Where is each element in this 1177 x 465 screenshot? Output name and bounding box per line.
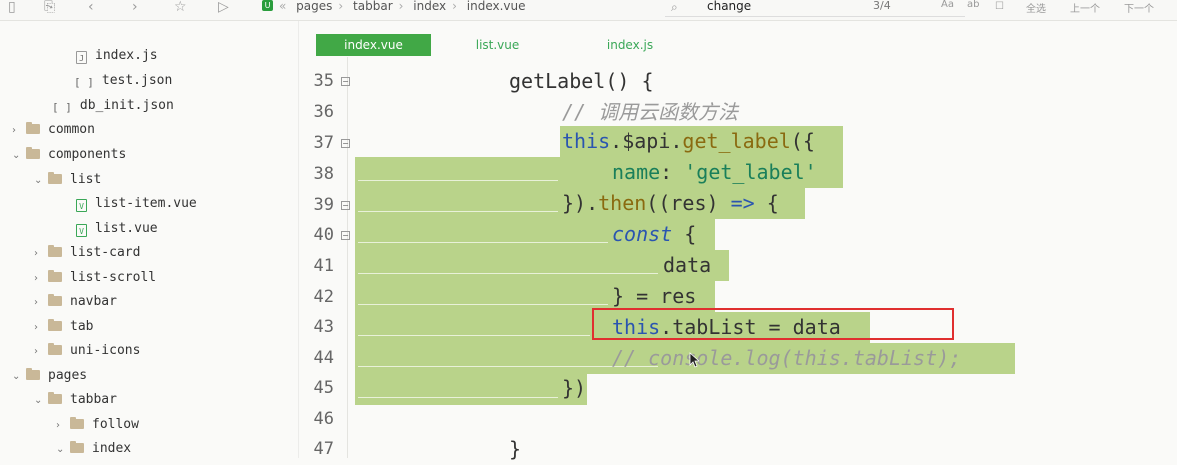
chevron-right-icon[interactable]: ›	[34, 341, 48, 363]
tree-item-label: index.js	[95, 48, 158, 63]
tree-item-label: test.json	[101, 73, 173, 88]
tree-item-label: tabbar	[70, 392, 117, 407]
tree-item-label: list-item.vue	[95, 196, 197, 211]
folder-icon	[48, 294, 62, 306]
breadcrumb-separator: ›	[452, 0, 457, 13]
folder-icon	[48, 245, 62, 257]
folder-icon	[48, 172, 62, 184]
next-match-button[interactable]: 下一个	[1124, 0, 1154, 15]
tree-item-label: navbar	[70, 294, 117, 309]
match-case-button[interactable]: Aa	[941, 0, 954, 10]
chevron-right-icon[interactable]: ›	[34, 268, 48, 290]
tree-item-folder[interactable]: › navbar	[34, 291, 117, 313]
json-file-icon: [ ]	[74, 76, 94, 89]
tree-item-file[interactable]: Jindex.js	[76, 45, 158, 67]
search-icon: ⌕	[671, 0, 678, 14]
folder-icon	[70, 441, 84, 453]
tree-item-label: pages	[48, 368, 88, 383]
tree-item-file[interactable]: Vlist.vue	[76, 218, 158, 240]
folder-icon	[48, 343, 62, 355]
chevron-right-icon[interactable]: ›	[34, 292, 48, 314]
forward-arrow-icon[interactable]: ›	[132, 0, 138, 18]
tree-item-label: tab	[70, 319, 94, 334]
tree-item-label: list	[70, 172, 102, 187]
tree-item-file[interactable]: [ ] db_init.json	[52, 95, 174, 117]
run-icon[interactable]: ▷	[218, 0, 229, 18]
vue-file-icon: V	[76, 199, 87, 212]
tree-item-folder[interactable]: › common	[12, 119, 95, 141]
tab-list-vue[interactable]: list.vue	[450, 34, 545, 56]
breadcrumb-item[interactable]: index.vue	[467, 0, 526, 13]
tree-item-folder[interactable]: › follow	[56, 414, 139, 436]
json-file-icon: [ ]	[52, 101, 72, 114]
tree-item-folder[interactable]: ⌄ index	[56, 438, 131, 460]
tree-item-label: follow	[92, 417, 139, 432]
folder-icon	[48, 270, 62, 282]
tree-item-label: list-card	[70, 245, 141, 260]
js-file-icon: J	[76, 51, 87, 64]
tree-item-file[interactable]: [ ] test.json	[74, 70, 172, 92]
chevron-right-icon[interactable]: ›	[12, 120, 26, 142]
tree-item-folder[interactable]: › uni-icons	[34, 340, 140, 362]
find-bar: ⌕ 3/4 Aa ab	[665, 0, 979, 17]
tree-item-folder[interactable]: › tab	[34, 316, 93, 338]
tree-item-label: common	[48, 122, 95, 137]
tab-index-js[interactable]: index.js	[585, 34, 675, 56]
tree-item-label: uni-icons	[70, 343, 141, 358]
find-input[interactable]	[707, 0, 867, 14]
tree-item-folder[interactable]: ⌄ pages	[12, 365, 87, 387]
tree-item-folder[interactable]: › list-scroll	[34, 267, 156, 289]
tree-item-label: db_init.json	[79, 98, 174, 113]
folder-icon	[26, 122, 40, 134]
tree-item-folder[interactable]: ⌄ components	[12, 144, 126, 166]
tree-item-label: list.vue	[95, 221, 158, 236]
file-icon[interactable]: ▯	[8, 0, 16, 18]
regex-icon[interactable]: ☐	[995, 0, 1004, 18]
folder-icon	[26, 147, 40, 159]
project-icon: U	[262, 0, 273, 11]
chevron-down-icon[interactable]: ⌄	[12, 145, 26, 167]
chevron-down-icon[interactable]: ⌄	[12, 366, 26, 388]
select-all-button[interactable]: 全选	[1026, 0, 1046, 15]
chevron-right-icon[interactable]: ›	[34, 243, 48, 265]
breadcrumb-item[interactable]: index	[413, 0, 446, 13]
breadcrumb-separator: ›	[398, 0, 404, 13]
tab-index-vue[interactable]: index.vue	[316, 34, 431, 56]
tree-item-label: index	[92, 441, 132, 456]
code-editor[interactable]: index.vue list.vue index.js	[300, 21, 1177, 458]
previous-match-button[interactable]: 上一个	[1070, 0, 1100, 15]
tree-item-folder[interactable]: ⌄ list	[34, 169, 101, 191]
project-sidebar: Jindex.js [ ] test.json [ ] db_init.json ›…	[0, 21, 299, 458]
chevron-right-icon[interactable]: ›	[56, 415, 70, 437]
tree-item-folder[interactable]: › list-card	[34, 242, 140, 264]
vue-file-icon: V	[76, 224, 87, 237]
chevron-down-icon[interactable]: ⌄	[34, 170, 48, 192]
breadcrumb-item[interactable]: tabbar	[353, 0, 393, 13]
find-match-count: 3/4	[873, 0, 891, 12]
breadcrumb-separator: «	[279, 0, 287, 13]
tree-item-label: components	[48, 147, 127, 162]
editor-tabs: index.vue list.vue index.js	[300, 21, 1177, 57]
tree-item-file[interactable]: Vlist-item.vue	[76, 193, 197, 215]
top-toolbar: ▯ ⎘ ‹ › ☆ ▷ U « pages › tabbar › index › ind…	[0, 0, 1177, 21]
chevron-down-icon[interactable]: ⌄	[34, 390, 48, 412]
folder-icon	[70, 417, 84, 429]
whole-word-button[interactable]: ab	[967, 0, 979, 10]
chevron-right-icon[interactable]: ›	[34, 317, 48, 339]
breadcrumb-separator: ›	[338, 0, 344, 13]
folder-icon	[26, 368, 40, 380]
save-icon[interactable]: ⎘	[44, 0, 55, 18]
breadcrumb: U « pages › tabbar › index › index.vue	[262, 0, 532, 18]
folder-icon	[48, 319, 62, 331]
breadcrumb-item[interactable]: pages	[296, 0, 332, 13]
gutter-divider	[347, 57, 348, 458]
tree-item-folder[interactable]: ⌄ tabbar	[34, 389, 117, 411]
tree-item-label: list-scroll	[70, 270, 157, 285]
back-arrow-icon[interactable]: ‹	[88, 0, 94, 18]
star-icon[interactable]: ☆	[174, 0, 187, 18]
folder-icon	[48, 392, 62, 404]
